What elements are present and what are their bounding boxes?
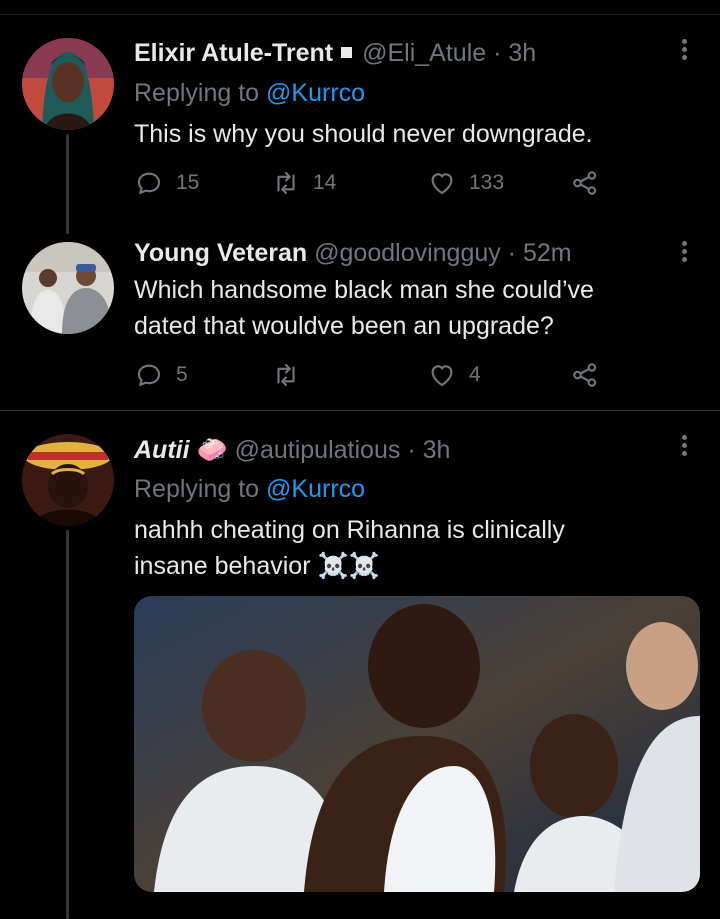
reply-count: 15 [176,171,200,194]
reply-icon [137,364,161,387]
tweet-header: Young Veteran @goodlovingguy · 52m [134,238,572,268]
thread-line [66,134,69,234]
tweet-text: nahhh cheating on Rihanna is clinically … [134,512,694,584]
separator-dot: · [493,39,502,67]
separator-dot: · [507,239,517,267]
avatar-image [22,434,114,526]
tweet-text-line: Which handsome black man she could’ve [134,276,594,304]
retweet-button[interactable]: 14 [271,168,336,198]
heart-icon [431,365,453,387]
reply-button[interactable]: 15 [134,168,199,198]
reply-icon [137,172,161,195]
tweet-text-line: nahhh cheating on Rihanna is clinically [134,516,565,544]
like-button[interactable]: 4 [427,360,481,390]
like-button[interactable]: 133 [427,168,504,198]
avatar-image [22,38,114,130]
tweet-divider [0,410,720,411]
retweet-button[interactable] [271,360,313,390]
reply-count: 5 [176,363,188,386]
retweet-icon [277,363,295,387]
replying-prefix: Replying to [134,79,260,107]
top-divider [0,14,720,15]
like-count: 4 [469,363,481,386]
replying-to: Replying to @Kurrco [134,474,365,504]
more-options-icon[interactable] [678,36,690,66]
timestamp[interactable]: 3h [508,39,536,67]
avatar[interactable] [22,38,114,130]
avatar[interactable] [22,434,114,526]
avatar[interactable] [22,242,114,334]
heart-icon [431,173,453,195]
share-icon [573,363,597,387]
tweet-media-photo[interactable] [134,596,700,892]
share-icon [573,171,597,195]
like-count: 133 [469,171,505,194]
user-handle[interactable]: @autipulatious [235,436,401,464]
retweet-icon [277,171,295,195]
tweet-text-segment: insane behavior [134,552,311,580]
display-name[interactable]: Young Veteran [134,239,307,267]
user-handle[interactable]: @Eli_Atule [362,39,486,67]
soap-emoji-icon: 🧼 [196,436,228,464]
tweet-text: Which handsome black man she could’ve da… [134,272,694,344]
display-name[interactable]: Autii [134,436,190,464]
reply-button[interactable]: 5 [134,360,188,390]
replying-prefix: Replying to [134,475,260,503]
timeline: Elixir Atule-Trent @Eli_Atule · 3h Replyi… [0,0,720,919]
timestamp[interactable]: 3h [423,436,451,464]
skull-crossbones-emoji-icon: ☠️☠️ [317,552,380,580]
mention-link[interactable]: @Kurrco [266,475,365,503]
tweet-header: Elixir Atule-Trent @Eli_Atule · 3h [134,38,536,68]
tweet-text-line: insane behavior ☠️☠️ [134,548,694,584]
square-badge-icon [341,47,353,59]
more-options-icon[interactable] [678,238,690,268]
tweet-actions: 15 14 133 [134,168,614,202]
tweet-actions: 5 4 [134,360,614,394]
timestamp[interactable]: 52m [523,239,572,267]
separator-dot: · [407,436,416,464]
photo-image [134,596,700,892]
share-button[interactable] [570,360,600,390]
display-name[interactable]: Elixir Atule-Trent [134,39,333,67]
avatar-image [22,242,114,334]
tweet-header: Autii 🧼 @autipulatious · 3h [134,435,450,465]
mention-link[interactable]: @Kurrco [266,79,365,107]
tweet-text-line: dated that wouldve been an upgrade? [134,312,554,340]
replying-to: Replying to @Kurrco [134,78,365,108]
share-button[interactable] [570,168,600,198]
more-options-icon[interactable] [678,432,690,462]
user-handle[interactable]: @goodlovingguy [314,239,501,267]
tweet-text: This is why you should never downgrade. [134,120,593,148]
thread-line [66,530,69,919]
retweet-count: 14 [313,171,337,194]
